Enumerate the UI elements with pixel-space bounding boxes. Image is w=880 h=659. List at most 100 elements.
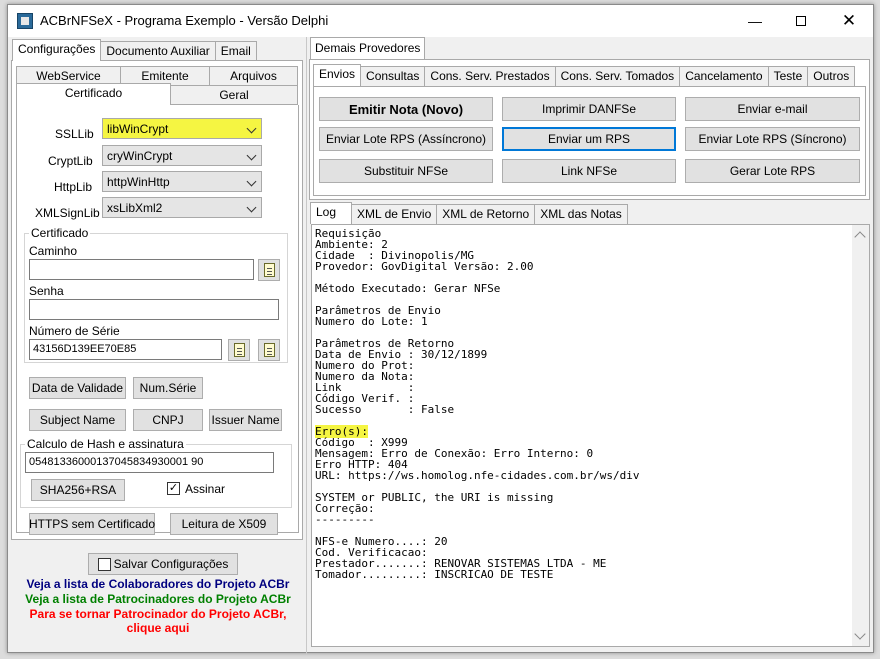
senha-input[interactable] bbox=[29, 299, 279, 320]
tab-documento-auxiliar[interactable]: Documento Auxiliar bbox=[100, 41, 216, 61]
tab-xml-envio[interactable]: XML de Envio bbox=[351, 204, 438, 224]
tab-xml-notas[interactable]: XML das Notas bbox=[534, 204, 628, 224]
log-line: --------- bbox=[315, 513, 375, 526]
salvar-configuracoes-button[interactable]: Salvar Configurações bbox=[88, 553, 238, 575]
enviar-um-rps-button[interactable]: Enviar um RPS bbox=[502, 127, 676, 151]
log-line: Sucesso : False bbox=[315, 403, 455, 416]
log-line: Requisição bbox=[315, 227, 382, 240]
maximize-icon bbox=[796, 16, 806, 26]
chevron-down-icon bbox=[246, 123, 257, 134]
tab-geral[interactable]: Geral bbox=[170, 85, 298, 105]
tab-teste[interactable]: Teste bbox=[767, 66, 809, 86]
httplib-value: httpWinHttp bbox=[107, 175, 170, 189]
link-clique-aqui[interactable]: clique aqui bbox=[9, 621, 307, 635]
log-tabbar: Log XML de Envio XML de Retorno XML das … bbox=[310, 202, 628, 224]
minimize-icon: — bbox=[748, 13, 762, 29]
substituir-nfse-button[interactable]: Substituir NFSe bbox=[319, 159, 493, 183]
link-colaboradores[interactable]: Veja a lista de Colaboradores do Projeto… bbox=[9, 577, 307, 591]
certificado-group-title: Certificado bbox=[29, 226, 91, 240]
tab-email[interactable]: Email bbox=[214, 41, 257, 61]
xmlsignlib-select[interactable]: xsLibXml2 bbox=[102, 197, 262, 218]
imprimir-danfse-button[interactable]: Imprimir DANFSe bbox=[502, 97, 676, 121]
hash-group-title: Calculo de Hash e assinatura bbox=[25, 437, 186, 451]
tab-certificado[interactable]: Certificado bbox=[16, 83, 171, 105]
data-validade-button[interactable]: Data de Validade bbox=[29, 377, 126, 399]
numero-serie-input[interactable]: 43156D139EE70E85 bbox=[29, 339, 222, 360]
assinar-checkbox[interactable]: ✓ bbox=[167, 482, 180, 495]
issuer-name-button[interactable]: Issuer Name bbox=[209, 409, 282, 431]
tab-cons-serv-prestados[interactable]: Cons. Serv. Prestados bbox=[424, 66, 556, 86]
gerar-lote-rps-button[interactable]: Gerar Lote RPS bbox=[685, 159, 860, 183]
link-tornar-patrocinador[interactable]: Para se tornar Patrocinador do Projeto A… bbox=[9, 607, 307, 621]
link-patrocinadores[interactable]: Veja a lista de Patrocinadores do Projet… bbox=[9, 592, 307, 606]
browse-caminho-button[interactable] bbox=[258, 259, 280, 281]
certificado-group: Certificado Caminho Senha Número de Séri… bbox=[24, 226, 288, 363]
httplib-select[interactable]: httpWinHttp bbox=[102, 171, 262, 192]
hash-group: Calculo de Hash e assinatura 05481336000… bbox=[20, 437, 292, 508]
ssllib-select[interactable]: libWinCrypt bbox=[102, 118, 262, 139]
num-serie-button[interactable]: Num.Série bbox=[133, 377, 203, 399]
log-text: Requisição Ambiente: 2 Cidade : Divinopoli… bbox=[315, 228, 851, 580]
minimize-button[interactable]: — bbox=[732, 5, 778, 37]
sha256-rsa-button[interactable]: SHA256+RSA bbox=[31, 479, 125, 501]
left-tabbar: Configurações Documento Auxiliar Email bbox=[12, 39, 257, 61]
tab-outros[interactable]: Outros bbox=[807, 66, 856, 86]
log-memo[interactable]: Requisição Ambiente: 2 Cidade : Divinopoli… bbox=[311, 224, 870, 647]
enviar-lote-sincrono-button[interactable]: Enviar Lote RPS (Síncrono) bbox=[685, 127, 860, 151]
app-icon bbox=[17, 13, 33, 29]
tab-configuracoes[interactable]: Configurações bbox=[12, 39, 102, 61]
caminho-label: Caminho bbox=[29, 244, 78, 258]
tab-log[interactable]: Log bbox=[310, 202, 352, 224]
xmlsignlib-label: XMLSignLib bbox=[35, 206, 100, 220]
envios-page: Emitir Nota (Novo) Imprimir DANFSe Envia… bbox=[313, 86, 866, 196]
tab-cancelamento[interactable]: Cancelamento bbox=[679, 66, 769, 86]
tab-arquivos[interactable]: Arquivos bbox=[209, 66, 298, 86]
tab-envios[interactable]: Envios bbox=[313, 64, 362, 86]
enviar-lote-assincrono-button[interactable]: Enviar Lote RPS (Assíncrono) bbox=[319, 127, 493, 151]
caminho-input[interactable] bbox=[29, 259, 254, 280]
scroll-down-icon[interactable] bbox=[854, 628, 866, 640]
document-icon bbox=[264, 343, 275, 357]
log-line: Método Executado: Gerar NFSe bbox=[315, 282, 501, 295]
httplib-label: HttpLib bbox=[54, 180, 93, 194]
leitura-x509-button[interactable]: Leitura de X509 bbox=[170, 513, 278, 535]
numero-serie-label: Número de Série bbox=[29, 324, 120, 338]
close-button[interactable]: ✕ bbox=[826, 5, 872, 37]
maximize-button[interactable] bbox=[778, 5, 824, 37]
enviar-email-button[interactable]: Enviar e-mail bbox=[685, 97, 860, 121]
link-nfse-button[interactable]: Link NFSe bbox=[502, 159, 676, 183]
select-serie-button[interactable] bbox=[228, 339, 250, 361]
log-line: Correção: bbox=[315, 502, 375, 515]
cnpj-button[interactable]: CNPJ bbox=[133, 409, 203, 431]
salvar-label: Salvar Configurações bbox=[113, 557, 229, 571]
document-icon bbox=[234, 343, 245, 357]
tab-cons-serv-tomados[interactable]: Cons. Serv. Tomados bbox=[554, 66, 681, 86]
tab-demais-provedores[interactable]: Demais Provedores bbox=[310, 37, 426, 59]
cryptlib-label: CryptLib bbox=[48, 154, 93, 168]
scroll-up-icon[interactable] bbox=[854, 231, 866, 243]
ssllib-label: SSLLib bbox=[55, 127, 94, 141]
chevron-down-icon bbox=[246, 150, 257, 161]
chevron-down-icon bbox=[246, 202, 257, 213]
log-line: Provedor: GovDigital Versão: 2.00 bbox=[315, 260, 534, 273]
list-serie-button[interactable] bbox=[258, 339, 280, 361]
xmlsignlib-value: xsLibXml2 bbox=[107, 201, 163, 215]
document-icon bbox=[264, 263, 275, 277]
cryptlib-select[interactable]: cryWinCrypt bbox=[102, 145, 262, 166]
chevron-down-icon bbox=[246, 176, 257, 187]
log-line: SYSTEM or PUBLIC, the URI is missing bbox=[315, 491, 554, 504]
log-scrollbar[interactable] bbox=[852, 225, 869, 646]
splitter[interactable] bbox=[306, 37, 307, 654]
https-sem-certificado-button[interactable]: HTTPS sem Certificado bbox=[29, 513, 155, 535]
emitir-nota-button[interactable]: Emitir Nota (Novo) bbox=[319, 97, 493, 121]
tab-xml-retorno[interactable]: XML de Retorno bbox=[436, 204, 536, 224]
subject-name-button[interactable]: Subject Name bbox=[29, 409, 126, 431]
envios-tabbar: Envios Consultas Cons. Serv. Prestados C… bbox=[313, 64, 856, 86]
log-line: Tomador.........: INSCRICAO DE TESTE bbox=[315, 568, 554, 581]
tab-consultas[interactable]: Consultas bbox=[360, 66, 426, 86]
hash-input[interactable]: 05481336000137045834930001 90 bbox=[25, 452, 274, 473]
title-bar[interactable]: ACBrNFSeX - Programa Exemplo - Versão De… bbox=[8, 5, 873, 37]
assinar-label: Assinar bbox=[185, 482, 226, 496]
configuracoes-panel: WebService Emitente Arquivos Certificado… bbox=[11, 60, 303, 540]
